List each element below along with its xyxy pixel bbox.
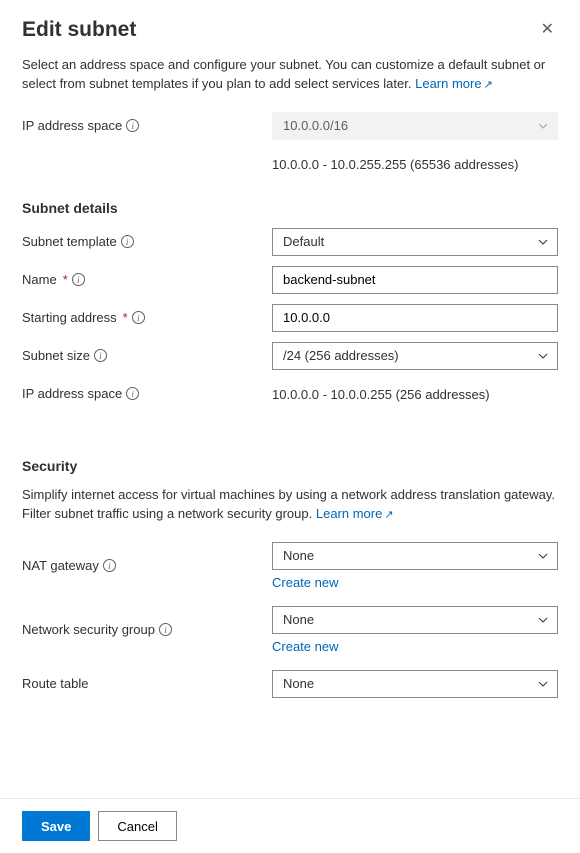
security-desc: Simplify internet access for virtual mac… — [22, 486, 558, 524]
close-icon[interactable]: ✕ — [537, 18, 558, 42]
route-table-label: Route table — [22, 676, 89, 691]
ip-address-space-value: 10.0.0.0/16 — [283, 118, 348, 133]
subnet-details-heading: Subnet details — [22, 200, 558, 216]
subnet-template-label: Subnet template — [22, 234, 117, 249]
info-icon[interactable]: i — [132, 311, 145, 324]
ip-address-space-select: 10.0.0.0/16 — [272, 112, 558, 140]
chevron-down-icon — [537, 614, 549, 626]
security-heading: Security — [22, 458, 558, 474]
chevron-down-icon — [537, 236, 549, 248]
info-icon[interactable]: i — [72, 273, 85, 286]
chevron-down-icon — [537, 550, 549, 562]
save-button[interactable]: Save — [22, 811, 90, 841]
intro-text: Select an address space and configure yo… — [22, 56, 558, 94]
ip-space-label: IP address space — [22, 386, 122, 401]
starting-address-input[interactable] — [272, 304, 558, 332]
nsg-select[interactable]: None — [272, 606, 558, 634]
external-link-icon: ↗ — [484, 79, 493, 91]
nsg-create-new-link[interactable]: Create new — [272, 639, 338, 654]
chevron-down-icon — [537, 678, 549, 690]
page-title: Edit subnet — [22, 18, 136, 42]
chevron-down-icon — [537, 350, 549, 362]
info-icon[interactable]: i — [103, 559, 116, 572]
ip-address-space-range: 10.0.0.0 - 10.0.255.255 (65536 addresses… — [272, 155, 558, 172]
info-icon[interactable]: i — [121, 235, 134, 248]
subnet-size-select[interactable]: /24 (256 addresses) — [272, 342, 558, 370]
ip-space-value: 10.0.0.0 - 10.0.0.255 (256 addresses) — [272, 385, 558, 402]
nat-gateway-label: NAT gateway — [22, 558, 99, 573]
route-table-select[interactable]: None — [272, 670, 558, 698]
chevron-down-icon — [537, 120, 549, 132]
security-learn-more-label: Learn more — [316, 506, 382, 521]
nsg-label: Network security group — [22, 622, 155, 637]
info-icon[interactable]: i — [94, 349, 107, 362]
nat-gateway-select[interactable]: None — [272, 542, 558, 570]
security-desc-text: Simplify internet access for virtual mac… — [22, 487, 555, 521]
subnet-size-label: Subnet size — [22, 348, 90, 363]
nsg-value: None — [283, 612, 314, 627]
name-label: Name — [22, 272, 57, 287]
nat-create-new-link[interactable]: Create new — [272, 575, 338, 590]
footer: Save Cancel — [0, 798, 580, 853]
info-icon[interactable]: i — [126, 119, 139, 132]
subnet-template-select[interactable]: Default — [272, 228, 558, 256]
nat-gateway-value: None — [283, 548, 314, 563]
required-indicator: * — [63, 272, 68, 287]
intro-learn-more-link[interactable]: Learn more↗ — [415, 76, 493, 91]
intro-learn-more-label: Learn more — [415, 76, 481, 91]
info-icon[interactable]: i — [126, 387, 139, 400]
security-learn-more-link[interactable]: Learn more↗ — [316, 506, 394, 521]
name-input[interactable] — [272, 266, 558, 294]
route-table-value: None — [283, 676, 314, 691]
cancel-button[interactable]: Cancel — [98, 811, 176, 841]
starting-address-label: Starting address — [22, 310, 117, 325]
external-link-icon: ↗ — [384, 509, 393, 521]
info-icon[interactable]: i — [159, 623, 172, 636]
required-indicator: * — [123, 310, 128, 325]
ip-address-space-label: IP address space — [22, 118, 122, 133]
subnet-size-value: /24 (256 addresses) — [283, 348, 399, 363]
subnet-template-value: Default — [283, 234, 324, 249]
